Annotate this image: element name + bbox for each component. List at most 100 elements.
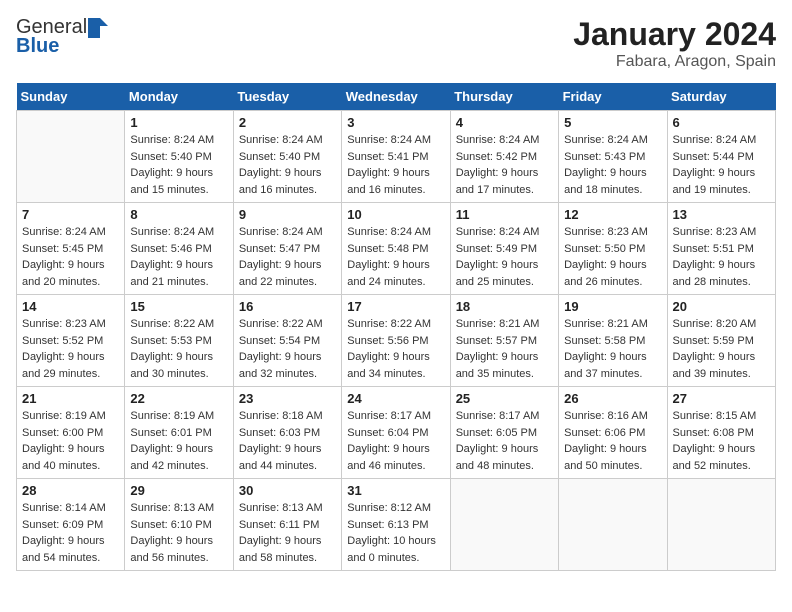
page-title: January 2024 (573, 16, 776, 53)
calendar-cell: 8Sunrise: 8:24 AMSunset: 5:46 PMDaylight… (125, 203, 233, 295)
day-info-line: Daylight: 9 hours (347, 165, 444, 182)
day-info-line: and 30 minutes. (130, 366, 227, 383)
day-info-line: and 16 minutes. (239, 182, 336, 199)
day-info-line: and 46 minutes. (347, 458, 444, 475)
calendar-header: SundayMondayTuesdayWednesdayThursdayFrid… (17, 83, 776, 111)
calendar-cell: 26Sunrise: 8:16 AMSunset: 6:06 PMDayligh… (559, 387, 667, 479)
day-number: 2 (239, 115, 336, 130)
day-info-line: Sunrise: 8:22 AM (239, 316, 336, 333)
day-number: 27 (673, 391, 770, 406)
day-info-line: Sunset: 5:57 PM (456, 333, 553, 350)
day-info-line: Daylight: 9 hours (239, 165, 336, 182)
day-info-line: Sunrise: 8:24 AM (347, 132, 444, 149)
day-info-line: Daylight: 9 hours (22, 533, 119, 550)
day-info-line: and 48 minutes. (456, 458, 553, 475)
day-info-line: and 58 minutes. (239, 550, 336, 567)
calendar-cell (667, 479, 775, 571)
day-number: 13 (673, 207, 770, 222)
day-info: Sunrise: 8:21 AMSunset: 5:57 PMDaylight:… (456, 316, 553, 382)
calendar-cell: 12Sunrise: 8:23 AMSunset: 5:50 PMDayligh… (559, 203, 667, 295)
day-info-line: and 54 minutes. (22, 550, 119, 567)
weekday-friday: Friday (559, 83, 667, 111)
calendar-cell: 2 Sunrise: 8:24 AMSunset: 5:40 PMDaylight… (233, 111, 341, 203)
weekday-header-row: SundayMondayTuesdayWednesdayThursdayFrid… (17, 83, 776, 111)
day-info-line: Daylight: 9 hours (673, 349, 770, 366)
calendar-cell: 23Sunrise: 8:18 AMSunset: 6:03 PMDayligh… (233, 387, 341, 479)
day-info-line: Sunrise: 8:14 AM (22, 500, 119, 517)
day-number: 4 (456, 115, 553, 130)
day-info: Sunrise: 8:13 AMSunset: 6:11 PMDaylight:… (239, 500, 336, 566)
day-info-line: Sunrise: 8:13 AM (130, 500, 227, 517)
calendar-cell: 10Sunrise: 8:24 AMSunset: 5:48 PMDayligh… (342, 203, 450, 295)
day-info-line: and 29 minutes. (22, 366, 119, 383)
day-info: Sunrise: 8:22 AMSunset: 5:56 PMDaylight:… (347, 316, 444, 382)
day-info-line: and 22 minutes. (239, 274, 336, 291)
day-info-line: and 39 minutes. (673, 366, 770, 383)
day-number: 6 (673, 115, 770, 130)
calendar-cell: 19Sunrise: 8:21 AMSunset: 5:58 PMDayligh… (559, 295, 667, 387)
day-info-line: Sunset: 5:44 PM (673, 149, 770, 166)
day-number: 18 (456, 299, 553, 314)
day-info-line: Sunrise: 8:24 AM (130, 132, 227, 149)
day-info: Sunrise: 8:14 AMSunset: 6:09 PMDaylight:… (22, 500, 119, 566)
day-number: 9 (239, 207, 336, 222)
logo: General Blue (16, 16, 109, 58)
logo-blue: Blue (16, 35, 59, 58)
day-info-line: and 15 minutes. (130, 182, 227, 199)
day-info-line: Sunrise: 8:12 AM (347, 500, 444, 517)
day-info-line: Daylight: 9 hours (456, 441, 553, 458)
day-info-line: and 17 minutes. (456, 182, 553, 199)
calendar-cell: 24Sunrise: 8:17 AMSunset: 6:04 PMDayligh… (342, 387, 450, 479)
day-info-line: and 40 minutes. (22, 458, 119, 475)
day-number: 22 (130, 391, 227, 406)
day-info-line: Daylight: 9 hours (22, 349, 119, 366)
day-number: 30 (239, 483, 336, 498)
day-info-line: Sunrise: 8:19 AM (130, 408, 227, 425)
day-info-line: Sunset: 6:09 PM (22, 517, 119, 534)
day-info-line: Daylight: 9 hours (239, 349, 336, 366)
day-info: Sunrise: 8:24 AMSunset: 5:40 PMDaylight:… (239, 132, 336, 198)
day-info-line: and 20 minutes. (22, 274, 119, 291)
calendar-cell (559, 479, 667, 571)
day-info-line: Sunset: 5:56 PM (347, 333, 444, 350)
day-info-line: and 0 minutes. (347, 550, 444, 567)
day-number: 29 (130, 483, 227, 498)
day-info-line: Daylight: 9 hours (673, 165, 770, 182)
day-info: Sunrise: 8:21 AMSunset: 5:58 PMDaylight:… (564, 316, 661, 382)
day-number: 24 (347, 391, 444, 406)
calendar-week-2: 7Sunrise: 8:24 AMSunset: 5:45 PMDaylight… (17, 203, 776, 295)
day-number: 31 (347, 483, 444, 498)
day-info-line: Daylight: 9 hours (673, 441, 770, 458)
logo-icon (88, 18, 108, 38)
day-info-line: Sunrise: 8:24 AM (22, 224, 119, 241)
day-info-line: Daylight: 9 hours (564, 257, 661, 274)
calendar-cell: 16Sunrise: 8:22 AMSunset: 5:54 PMDayligh… (233, 295, 341, 387)
day-info-line: Sunset: 5:52 PM (22, 333, 119, 350)
day-info-line: Daylight: 10 hours (347, 533, 444, 550)
day-info-line: Sunset: 5:49 PM (456, 241, 553, 258)
day-info-line: Daylight: 9 hours (130, 441, 227, 458)
day-info-line: Sunrise: 8:13 AM (239, 500, 336, 517)
day-info-line: and 24 minutes. (347, 274, 444, 291)
day-info-line: Daylight: 9 hours (564, 349, 661, 366)
day-info: Sunrise: 8:19 AMSunset: 6:01 PMDaylight:… (130, 408, 227, 474)
day-info-line: Sunset: 5:59 PM (673, 333, 770, 350)
day-info-line: Sunrise: 8:15 AM (673, 408, 770, 425)
day-info: Sunrise: 8:24 AMSunset: 5:42 PMDaylight:… (456, 132, 553, 198)
calendar-cell: 27Sunrise: 8:15 AMSunset: 6:08 PMDayligh… (667, 387, 775, 479)
day-info-line: Daylight: 9 hours (130, 165, 227, 182)
weekday-monday: Monday (125, 83, 233, 111)
day-info-line: Sunset: 5:43 PM (564, 149, 661, 166)
day-info-line: Sunset: 5:40 PM (130, 149, 227, 166)
day-number: 8 (130, 207, 227, 222)
day-info-line: and 16 minutes. (347, 182, 444, 199)
day-info-line: and 21 minutes. (130, 274, 227, 291)
calendar-cell: 31Sunrise: 8:12 AMSunset: 6:13 PMDayligh… (342, 479, 450, 571)
page-header: General Blue January 2024 Fabara, Aragon… (16, 16, 776, 71)
day-info-line: Sunset: 5:46 PM (130, 241, 227, 258)
day-info-line: Daylight: 9 hours (564, 165, 661, 182)
day-info-line: Sunset: 5:50 PM (564, 241, 661, 258)
day-number: 3 (347, 115, 444, 130)
day-number: 25 (456, 391, 553, 406)
day-info-line: Daylight: 9 hours (22, 257, 119, 274)
